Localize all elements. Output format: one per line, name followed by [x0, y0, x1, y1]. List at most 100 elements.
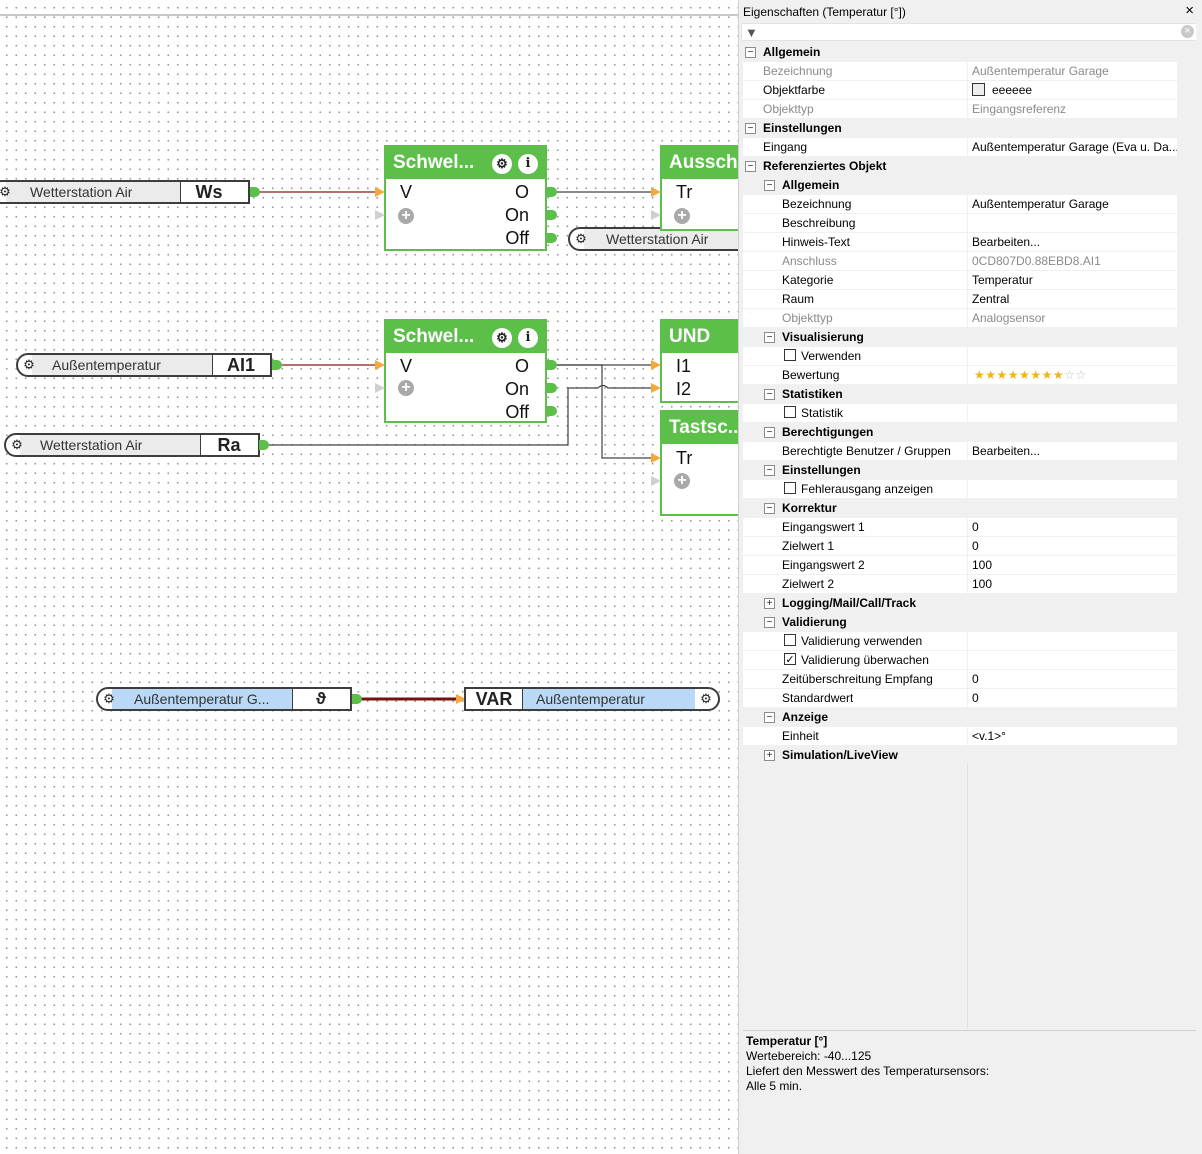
output-port[interactable]	[547, 360, 557, 370]
checkbox[interactable]	[784, 349, 796, 361]
block-schwellwert-2[interactable]: Schwel... ⚙ i V + O On Off	[384, 319, 547, 423]
output-port[interactable]	[547, 187, 557, 197]
info-icon[interactable]: i	[518, 154, 538, 174]
property-value[interactable]: 0	[968, 518, 1177, 536]
checkbox[interactable]	[784, 482, 796, 494]
property-value[interactable]: Zentral	[968, 290, 1177, 308]
gear-icon[interactable]: ⚙	[102, 692, 116, 706]
property-row[interactable]: Fehlerausgang anzeigen	[743, 480, 1177, 499]
input-node-ra[interactable]: ⚙ Wetterstation Air Ra	[4, 433, 260, 457]
output-port[interactable]	[272, 360, 282, 370]
property-row[interactable]: Beschreibung	[743, 214, 1177, 233]
property-row[interactable]: Eingang Außentemperatur Garage (Eva u. Da…	[743, 138, 1177, 157]
property-value[interactable]: <v.1>°	[968, 727, 1177, 745]
gear-icon[interactable]: ⚙	[10, 438, 24, 452]
expand-icon[interactable]: +	[764, 598, 775, 609]
category-row[interactable]: − Berechtigungen	[743, 423, 1177, 442]
property-value[interactable]: 0	[968, 689, 1177, 707]
property-value[interactable]	[968, 347, 1177, 365]
property-value[interactable]	[968, 632, 1177, 650]
property-row[interactable]: Berechtigte Benutzer / Gruppen Bearbeiten…	[743, 442, 1177, 461]
collapse-icon[interactable]: −	[764, 389, 775, 400]
block-ausschalt[interactable]: Aussch Tr +	[660, 145, 738, 231]
output-port[interactable]	[547, 383, 557, 393]
property-value[interactable]: eeeeee	[968, 81, 1177, 99]
output-port[interactable]	[547, 233, 557, 243]
property-value[interactable]: 100	[968, 575, 1177, 593]
property-value[interactable]: Außentemperatur Garage	[968, 195, 1177, 213]
star-empty-icon[interactable]: ☆	[1075, 368, 1086, 382]
collapse-icon[interactable]: −	[764, 465, 775, 476]
category-row[interactable]: − Referenziertes Objekt	[743, 157, 1177, 176]
property-value[interactable]	[968, 651, 1177, 669]
property-row[interactable]: Statistik	[743, 404, 1177, 423]
rating-stars[interactable]: ★★★★★★★★☆☆	[974, 368, 1087, 382]
category-row[interactable]: − Einstellungen	[743, 119, 1177, 138]
star-filled-icon[interactable]: ★	[997, 368, 1008, 382]
property-row[interactable]: Bewertung ★★★★★★★★☆☆	[743, 366, 1177, 385]
gear-icon[interactable]: ⚙	[22, 358, 36, 372]
property-row[interactable]: Validierung verwenden	[743, 632, 1177, 651]
property-value[interactable]: Temperatur	[968, 271, 1177, 289]
star-filled-icon[interactable]: ★	[1042, 368, 1053, 382]
property-value[interactable]: 0	[968, 670, 1177, 688]
collapse-icon[interactable]: −	[764, 427, 775, 438]
category-row[interactable]: + Logging/Mail/Call/Track	[743, 594, 1177, 613]
gear-icon[interactable]: ⚙	[492, 154, 512, 174]
property-value[interactable]	[968, 404, 1177, 422]
category-row[interactable]: − Korrektur	[743, 499, 1177, 518]
property-grid[interactable]: − Allgemein Bezeichnung Außentemperatur Gar…	[743, 43, 1199, 763]
collapse-icon[interactable]: −	[764, 503, 775, 514]
color-swatch[interactable]	[972, 83, 985, 96]
property-row[interactable]: Zeitüberschreitung Empfang 0	[743, 670, 1177, 689]
collapse-icon[interactable]: −	[764, 332, 775, 343]
property-row[interactable]: Kategorie Temperatur	[743, 271, 1177, 290]
star-filled-icon[interactable]: ★	[1053, 368, 1064, 382]
property-row[interactable]: Objekttyp Analogsensor	[743, 309, 1177, 328]
gear-icon[interactable]: ⚙	[0, 185, 12, 199]
output-node-var[interactable]: VAR Außentemperatur ⚙	[464, 687, 720, 711]
category-row[interactable]: − Allgemein	[743, 43, 1177, 62]
property-row[interactable]: Eingangswert 2 100	[743, 556, 1177, 575]
property-value[interactable]: Eingangsreferenz	[968, 100, 1177, 118]
property-row[interactable]: Raum Zentral	[743, 290, 1177, 309]
property-row[interactable]: ✓ Validierung überwachen	[743, 651, 1177, 670]
input-node-ai1[interactable]: ⚙ Außentemperatur AI1	[16, 353, 272, 377]
property-row[interactable]: Objektfarbe eeeeee	[743, 81, 1177, 100]
star-filled-icon[interactable]: ★	[1008, 368, 1019, 382]
star-filled-icon[interactable]: ★	[974, 368, 985, 382]
property-value[interactable]: 100	[968, 556, 1177, 574]
property-row[interactable]: Verwenden	[743, 347, 1177, 366]
output-port[interactable]	[259, 440, 269, 450]
category-row[interactable]: − Allgemein	[743, 176, 1177, 195]
property-row[interactable]: Standardwert 0	[743, 689, 1177, 708]
property-value[interactable]	[968, 214, 1177, 232]
checkbox[interactable]	[784, 406, 796, 418]
logic-canvas[interactable]: ⚙ Wetterstation Air Ws ⚙ Außentemperatur…	[0, 0, 738, 1154]
gear-icon[interactable]: ⚙	[492, 328, 512, 348]
close-icon[interactable]: ×	[1185, 2, 1194, 19]
collapse-icon[interactable]: −	[745, 47, 756, 58]
property-value[interactable]: Außentemperatur Garage (Eva u. Da...	[968, 138, 1177, 156]
expand-icon[interactable]: +	[764, 750, 775, 761]
add-input-icon[interactable]: +	[674, 208, 690, 224]
category-row[interactable]: − Statistiken	[743, 385, 1177, 404]
output-port[interactable]	[547, 210, 557, 220]
property-value[interactable]: Analogsensor	[968, 309, 1177, 327]
filter-bar[interactable]: ▼ ×	[741, 23, 1197, 41]
output-port[interactable]	[352, 694, 362, 704]
star-empty-icon[interactable]: ☆	[1064, 368, 1075, 382]
property-value[interactable]: Bearbeiten...	[968, 442, 1177, 460]
property-row[interactable]: Eingangswert 1 0	[743, 518, 1177, 537]
property-row[interactable]: Objekttyp Eingangsreferenz	[743, 100, 1177, 119]
gear-icon[interactable]: ⚙	[699, 692, 713, 706]
info-icon[interactable]: i	[518, 328, 538, 348]
star-filled-icon[interactable]: ★	[985, 368, 996, 382]
collapse-icon[interactable]: −	[764, 617, 775, 628]
input-node-ws[interactable]: ⚙ Wetterstation Air Ws	[0, 180, 250, 204]
output-port[interactable]	[547, 406, 557, 416]
add-input-icon[interactable]: +	[398, 208, 414, 224]
property-value[interactable]	[968, 480, 1177, 498]
property-row[interactable]: Bezeichnung Außentemperatur Garage	[743, 62, 1177, 81]
category-row[interactable]: − Validierung	[743, 613, 1177, 632]
